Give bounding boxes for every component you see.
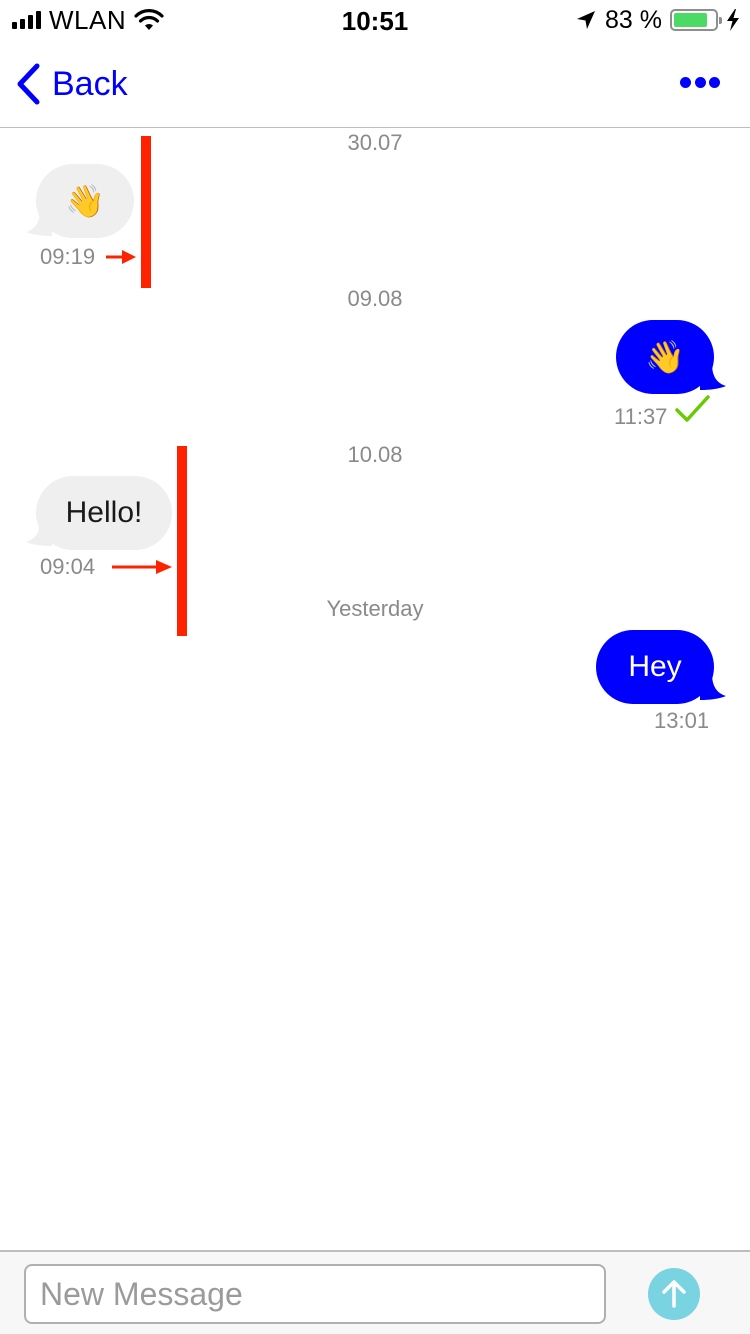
message-time: 11:37 [614,404,668,429]
back-button[interactable]: Back [14,60,128,108]
outgoing-message-bubble[interactable]: 👋 [616,320,714,394]
battery-fill [674,13,708,27]
ellipsis-dot [694,76,706,88]
back-label: Back [52,64,128,103]
more-options-button[interactable] [680,70,720,94]
date-separator: 10.08 [347,442,403,467]
location-arrow-icon [577,11,596,29]
status-right: 83 % [575,6,740,34]
charging-bolt-icon [727,9,739,31]
date-separator: Yesterday [326,596,424,621]
send-button[interactable] [648,1268,700,1320]
outgoing-message-bubble[interactable]: Hey [596,630,714,704]
delivered-check-icon [675,395,710,422]
arrow-up-icon [662,1280,686,1308]
battery-percent: 83 % [605,5,662,34]
date-separator: 09.08 [347,286,403,311]
waving-hand-emoji: 👋 [645,339,685,375]
new-message-input[interactable] [24,1264,606,1324]
date-separator: 30.07 [347,130,403,155]
message-time: 09:19 [40,244,96,269]
chevron-left-icon [17,63,40,105]
message-time: 09:04 [40,554,96,579]
navigation-bar: Back [0,40,750,128]
message-text: Hello! [65,496,143,529]
waving-hand-emoji: 👋 [65,183,105,219]
status-bar: WLAN 10:51 83 % [0,0,750,40]
annotation-arrow [106,250,136,264]
ellipsis-dot [680,76,691,88]
battery-nub [719,17,722,24]
annotation-arrow [112,560,172,574]
message-text: Hey [628,650,682,683]
incoming-message-bubble[interactable]: Hello! [36,476,172,550]
ellipsis-dot [709,76,720,88]
annotation-bar [141,136,151,288]
battery-icon [670,9,722,31]
message-composer [0,1250,750,1334]
incoming-message-bubble[interactable]: 👋 [36,164,134,238]
message-time: 13:01 [654,708,710,733]
